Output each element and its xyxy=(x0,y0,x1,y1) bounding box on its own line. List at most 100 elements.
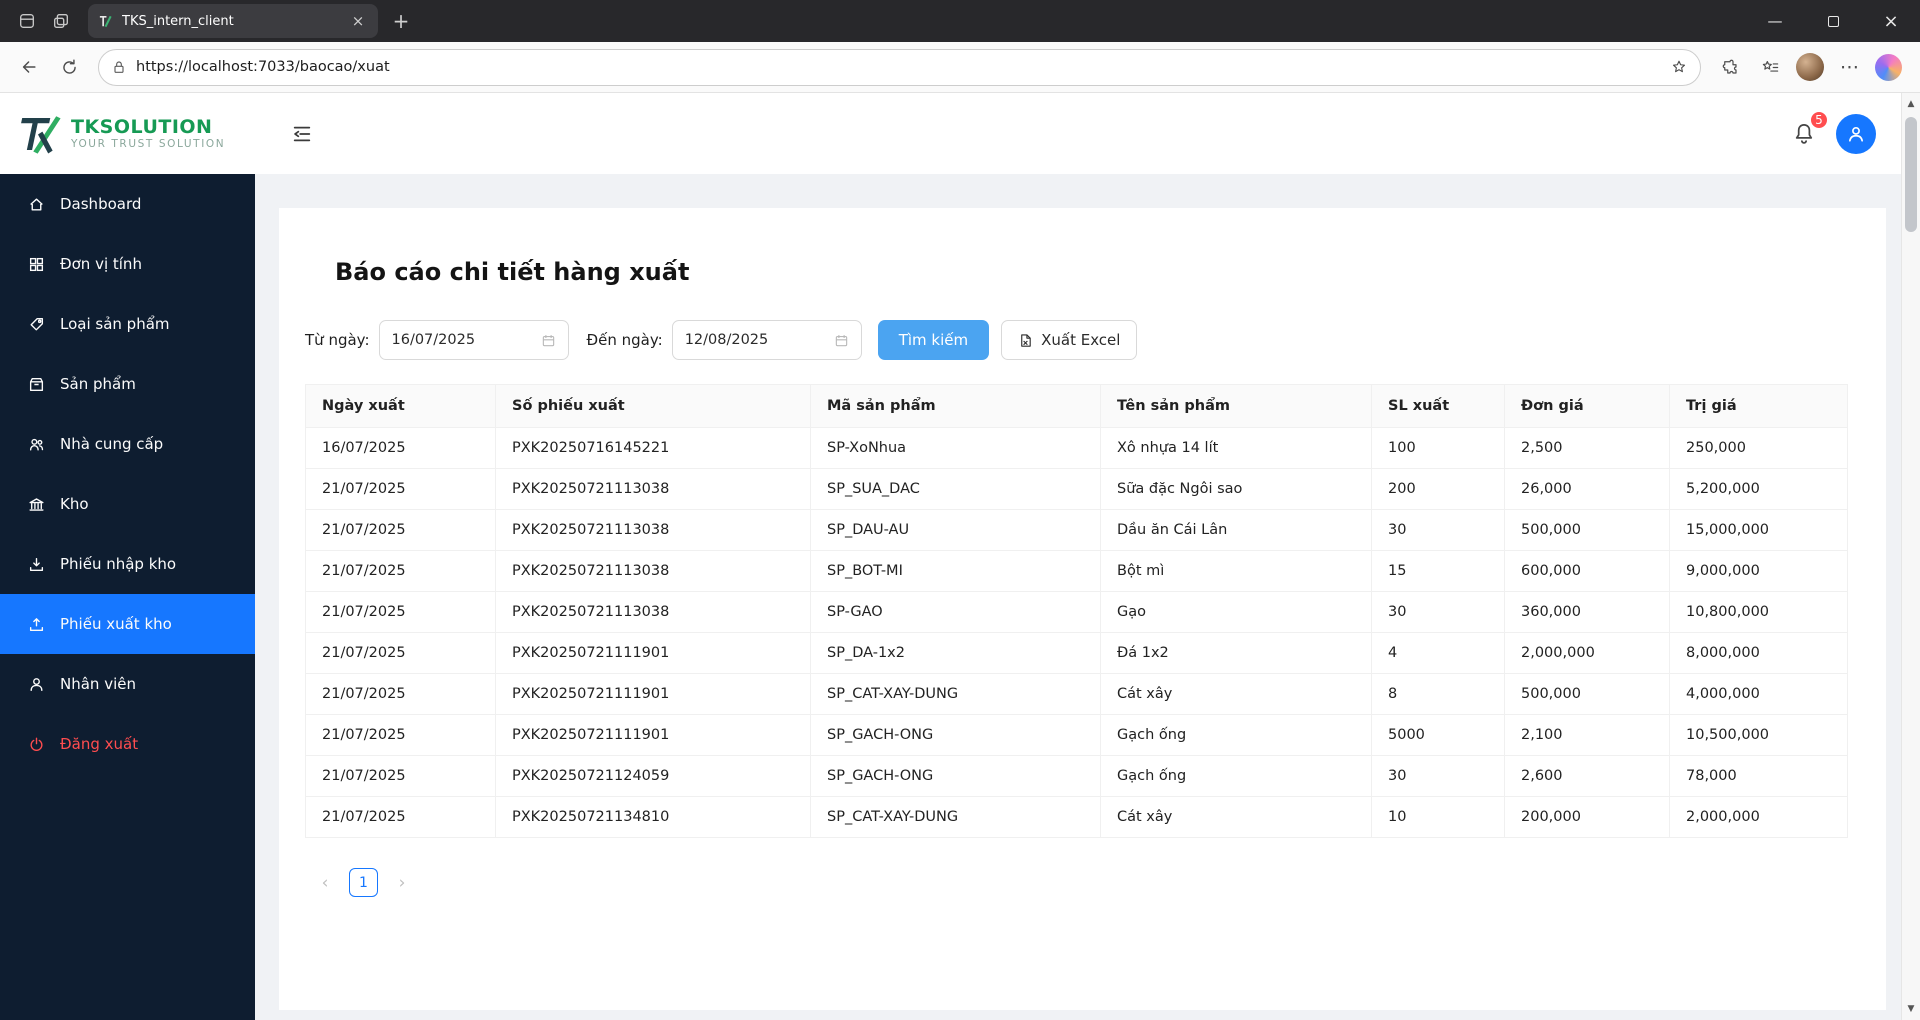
table-cell: Đá 1x2 xyxy=(1100,632,1372,674)
user-avatar-button[interactable] xyxy=(1836,113,1876,154)
table-cell: 500,000 xyxy=(1504,509,1670,551)
table-cell: 5000 xyxy=(1371,714,1505,756)
table-cell: 2,500 xyxy=(1504,427,1670,469)
table-cell: 21/07/2025 xyxy=(305,468,496,510)
pagination-page-1[interactable]: 1 xyxy=(349,868,378,897)
table-cell: PXK20250721113038 xyxy=(495,591,811,633)
table-cell: 26,000 xyxy=(1504,468,1670,510)
table-cell: SP_GACH-ONG xyxy=(810,714,1101,756)
table-cell: 10 xyxy=(1371,796,1505,838)
table-row: 21/07/2025 PXK20250721111901 SP_DA-1x2 Đá 1… xyxy=(305,632,1848,674)
table-cell: 8,000,000 xyxy=(1669,632,1848,674)
main-content: Báo cáo chi tiết hàng xuất Từ ngày: 16/0… xyxy=(255,174,1920,1020)
copilot-icon[interactable] xyxy=(1875,53,1902,81)
sidebar-item-nhan-vien[interactable]: Nhân viên xyxy=(0,654,255,714)
favorites-bar-icon[interactable] xyxy=(1751,48,1789,86)
table-cell: Bột mì xyxy=(1100,550,1372,592)
table-cell: 8 xyxy=(1371,673,1505,715)
address-bar[interactable]: https://localhost:7033/baocao/xuat xyxy=(98,48,1701,86)
sidebar-item-phieu-nhap-kho[interactable]: Phiếu nhập kho xyxy=(0,534,255,594)
pagination-next-icon[interactable]: › xyxy=(392,873,412,893)
table-cell: Cát xây xyxy=(1100,796,1372,838)
sidebar-collapse-icon[interactable] xyxy=(285,117,319,151)
sidebar-item-san-pham[interactable]: Sản phẩm xyxy=(0,354,255,414)
table-cell: 2,000,000 xyxy=(1669,796,1848,838)
from-date-label: Từ ngày: xyxy=(305,331,370,349)
workspaces-icon[interactable] xyxy=(10,5,44,37)
browser-window: TKS_intern_client × + — × https://localh… xyxy=(0,0,1920,1020)
brand-mark-icon xyxy=(21,115,61,154)
sidebar-item-loai-san-pham[interactable]: Loại sản phẩm xyxy=(0,294,255,354)
table-row: 21/07/2025 PXK20250721113038 SP_SUA_DAC Sữa… xyxy=(305,468,1848,510)
browser-tab-strip: TKS_intern_client × + — × xyxy=(0,0,1920,42)
brand-logo: TKSOLUTION YOUR TRUST SOLUTION xyxy=(0,114,255,154)
table-cell: 21/07/2025 xyxy=(305,632,496,674)
refresh-icon[interactable] xyxy=(50,48,88,86)
table-cell: SP-XoNhua xyxy=(810,427,1101,469)
site-info-icon[interactable] xyxy=(111,59,127,75)
notification-icon[interactable]: 5 xyxy=(1788,109,1829,150)
column-header: Trị giá xyxy=(1669,384,1848,428)
table-cell: Cát xây xyxy=(1100,673,1372,715)
calendar-icon xyxy=(835,334,847,346)
tab-favicon xyxy=(98,14,113,29)
bookmark-star-icon[interactable] xyxy=(1670,58,1688,76)
scrollbar-thumb[interactable] xyxy=(1905,117,1917,232)
tab-actions-icon[interactable] xyxy=(44,5,78,37)
table-cell: PXK20250721113038 xyxy=(495,550,811,592)
window-minimize-button[interactable]: — xyxy=(1746,0,1804,42)
table-cell: Sữa đặc Ngôi sao xyxy=(1100,468,1372,510)
url-text[interactable]: https://localhost:7033/baocao/xuat xyxy=(136,59,1661,75)
table-cell: 500,000 xyxy=(1504,673,1670,715)
table-cell: 21/07/2025 xyxy=(305,550,496,592)
sidebar-item-label: Nhân viên xyxy=(60,675,136,693)
sidebar-item-dang-xuat[interactable]: Đăng xuất xyxy=(0,714,255,774)
table-cell: 30 xyxy=(1371,509,1505,551)
table-cell: 4 xyxy=(1371,632,1505,674)
back-icon[interactable] xyxy=(10,48,48,86)
table-cell: 100 xyxy=(1371,427,1505,469)
table-cell: SP_BOT-MI xyxy=(810,550,1101,592)
pagination-prev-icon[interactable]: ‹ xyxy=(315,873,335,893)
table-cell: SP-GAO xyxy=(810,591,1101,633)
new-tab-button[interactable]: + xyxy=(384,4,418,38)
browser-profile-avatar[interactable] xyxy=(1796,53,1824,81)
table-row: 21/07/2025 PXK20250721124059 SP_GACH-ONG Gạ… xyxy=(305,755,1848,797)
page-scrollbar[interactable]: ▲ ▼ xyxy=(1901,93,1920,1020)
table-cell: 78,000 xyxy=(1669,755,1848,797)
brand-name: TKSOLUTION xyxy=(71,115,213,138)
table-cell: 2,100 xyxy=(1504,714,1670,756)
app-header: TKSOLUTION YOUR TRUST SOLUTION 5 xyxy=(0,93,1920,174)
table-cell: PXK20250721113038 xyxy=(495,509,811,551)
sidebar-item-phieu-xuat-kho[interactable]: Phiếu xuất kho xyxy=(0,594,255,654)
table-cell: 16/07/2025 xyxy=(305,427,496,469)
brand-tagline: YOUR TRUST SOLUTION xyxy=(71,138,226,151)
tab-close-icon[interactable]: × xyxy=(348,11,368,31)
column-header: Số phiếu xuất xyxy=(495,384,811,428)
scroll-down-icon[interactable]: ▼ xyxy=(1902,1000,1920,1018)
export-excel-button[interactable]: Xuất Excel xyxy=(1001,320,1138,360)
table-row: 21/07/2025 PXK20250721113038 SP-GAO Gạo 30 36… xyxy=(305,591,1848,633)
from-date-input[interactable]: 16/07/2025 xyxy=(378,320,569,360)
window-maximize-button[interactable] xyxy=(1804,0,1862,42)
filter-bar: Từ ngày: 16/07/2025 Đến ngày: 12/08/2025 xyxy=(305,320,1846,360)
sidebar-item-nha-cung-cap[interactable]: Nhà cung cấp xyxy=(0,414,255,474)
sidebar-item-kho[interactable]: Kho xyxy=(0,474,255,534)
browser-tab[interactable]: TKS_intern_client × xyxy=(88,4,378,38)
to-date-input[interactable]: 12/08/2025 xyxy=(671,320,862,360)
scroll-up-icon[interactable]: ▲ xyxy=(1902,95,1920,113)
column-header: Mã sản phẩm xyxy=(810,384,1101,428)
column-header: Tên sản phẩm xyxy=(1100,384,1372,428)
table-cell: 10,500,000 xyxy=(1669,714,1848,756)
to-date-value: 12/08/2025 xyxy=(684,332,769,348)
table-cell: SP_CAT-XAY-DUNG xyxy=(810,673,1101,715)
browser-menu-icon[interactable]: ⋯ xyxy=(1831,48,1869,86)
column-header: Đơn giá xyxy=(1504,384,1670,428)
search-button[interactable]: Tìm kiếm xyxy=(877,320,990,360)
tab-title: TKS_intern_client xyxy=(122,13,234,29)
sidebar-item-don-vi-tinh[interactable]: Đơn vị tính xyxy=(0,234,255,294)
extensions-icon[interactable] xyxy=(1711,48,1749,86)
window-close-button[interactable]: × xyxy=(1862,0,1920,42)
table-cell: Xô nhựa 14 lít xyxy=(1100,427,1372,469)
sidebar-item-dashboard[interactable]: Dashboard xyxy=(0,174,255,234)
